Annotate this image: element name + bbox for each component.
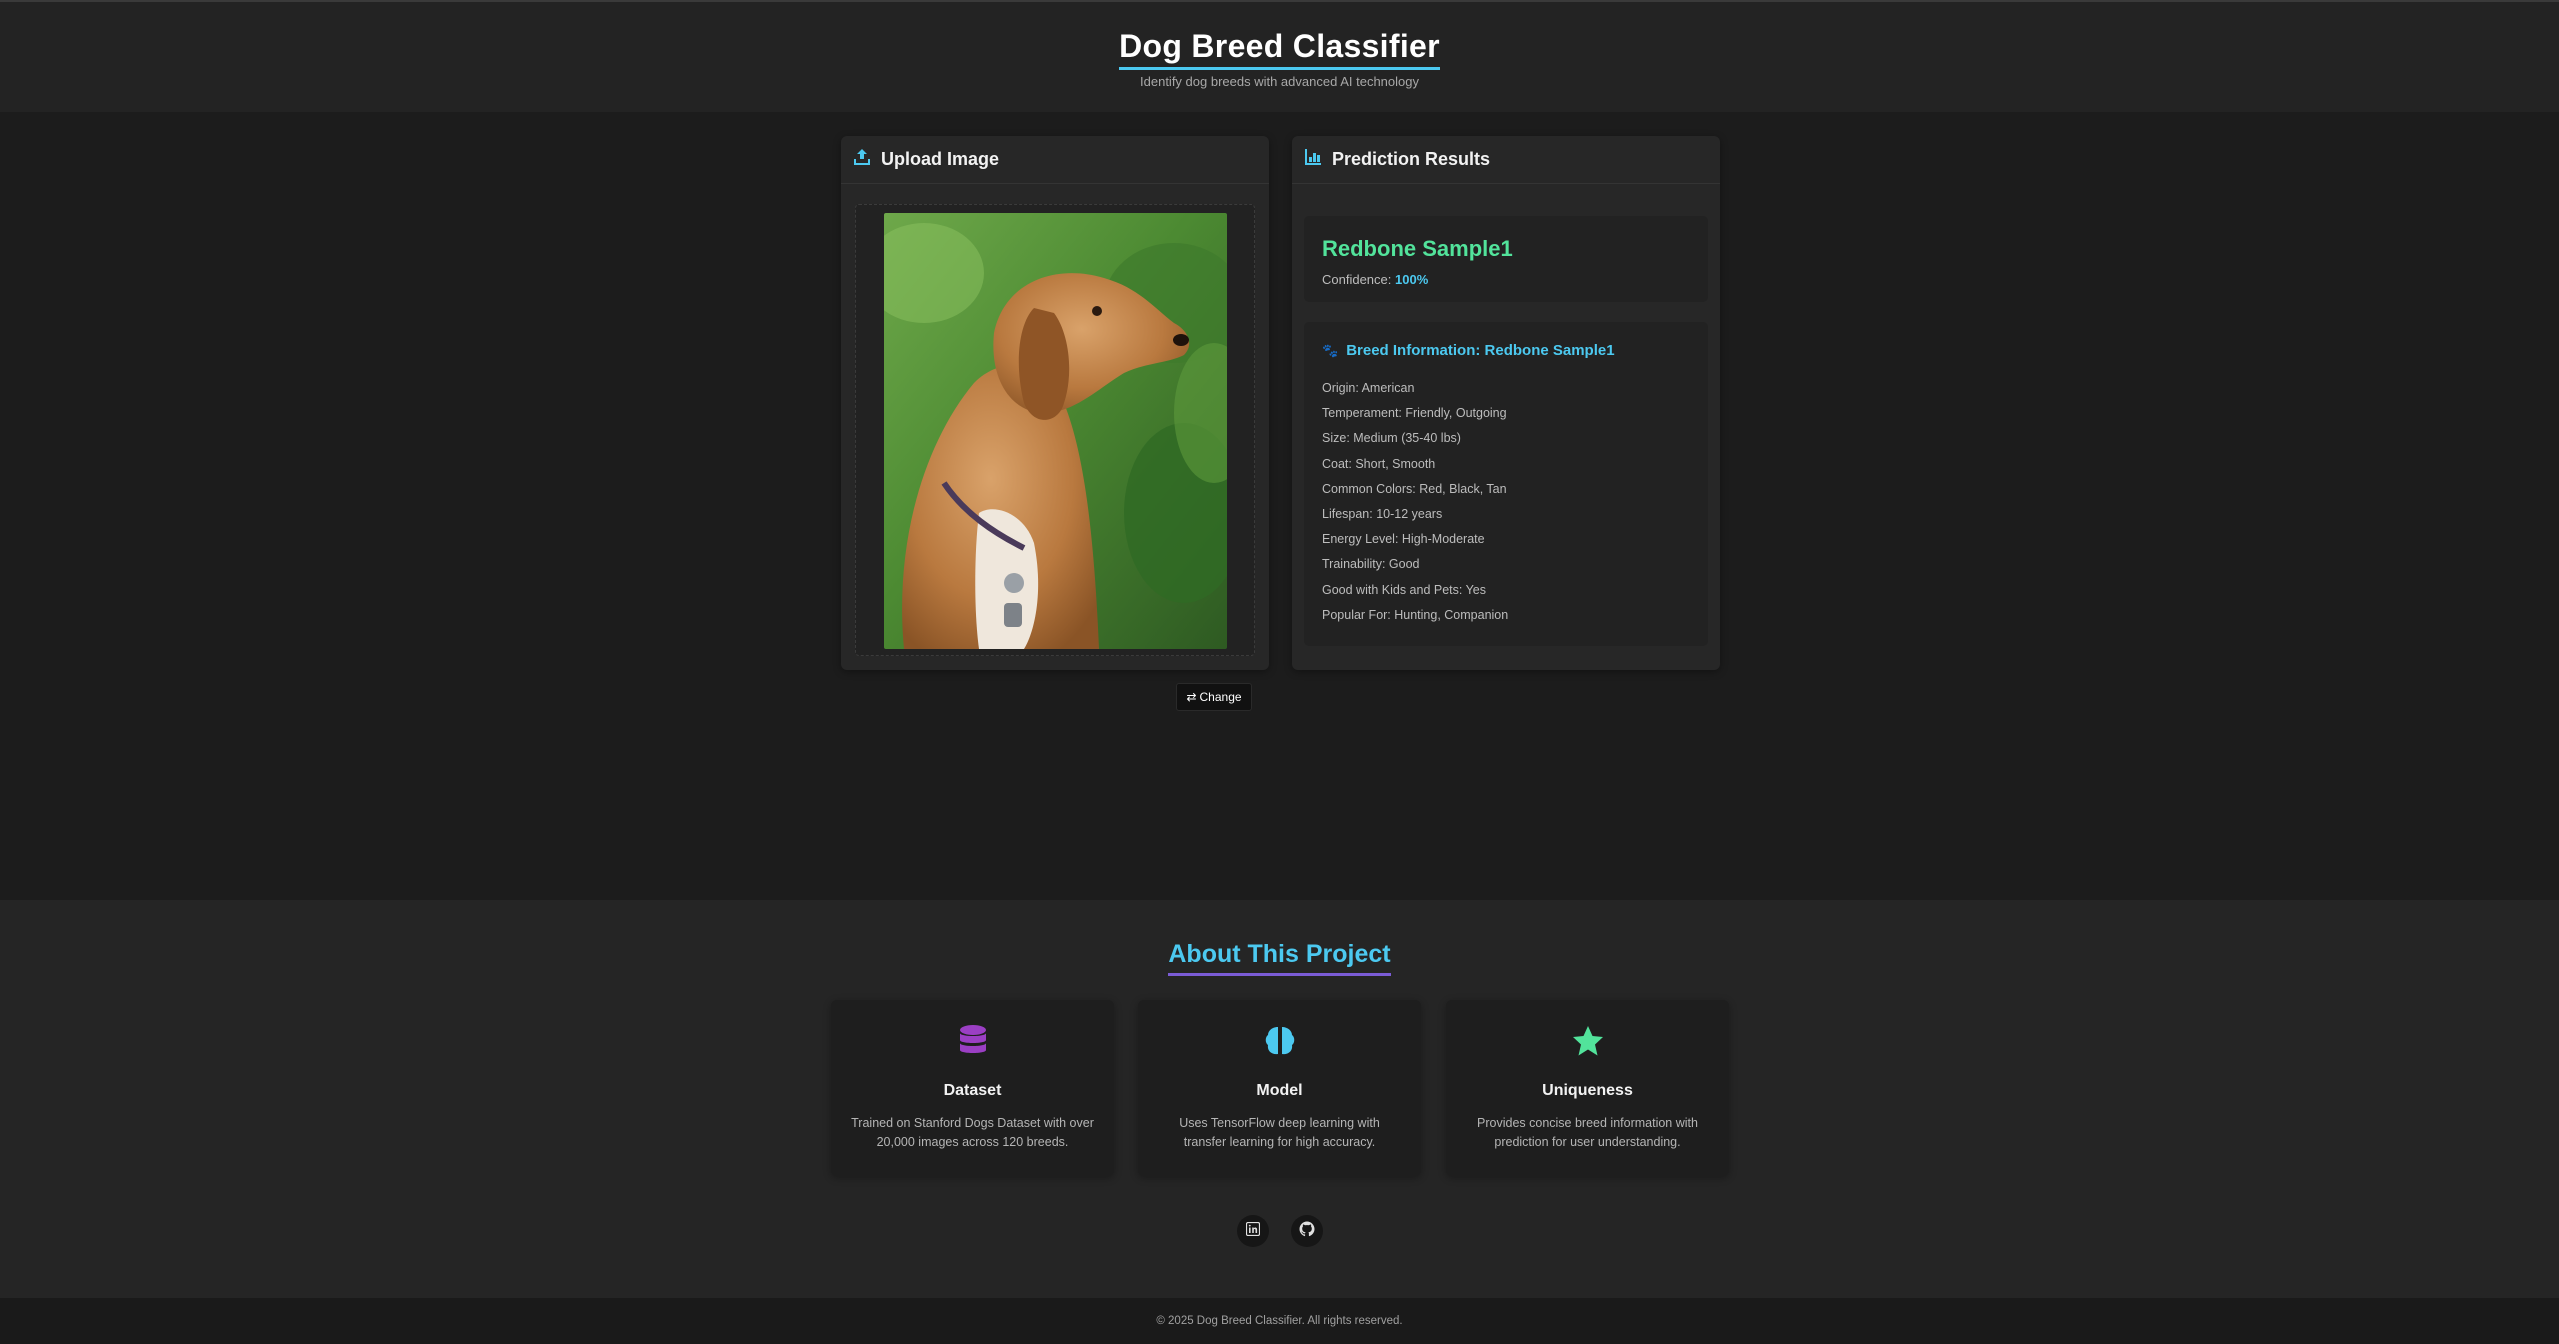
uniqueness-card: Uniqueness Provides concise breed inform…: [1446, 1000, 1729, 1176]
breed-info-title: 🐾 Breed Information: Redbone Sample1: [1322, 342, 1615, 359]
database-icon: [831, 1024, 1114, 1060]
star-icon: [1446, 1024, 1729, 1060]
list-item: Energy Level: High-Moderate: [1322, 532, 1485, 547]
card-description: Uses TensorFlow deep learning with trans…: [1179, 1116, 1380, 1149]
predicted-breed: Redbone Sample1: [1322, 236, 1513, 261]
github-link[interactable]: [1291, 1215, 1323, 1247]
breed-info-heading: Breed Information: Redbone Sample1: [1346, 342, 1615, 359]
card-title: Uniqueness: [1542, 1082, 1633, 1099]
list-item: Coat: Short, Smooth: [1322, 456, 1436, 471]
results-panel: Prediction Results Redbone Sample1 Confi…: [1292, 136, 1720, 670]
page-footer: © 2025 Dog Breed Classifier. All rights …: [0, 1298, 2559, 1344]
upload-icon: [853, 148, 871, 171]
copyright-text: © 2025 Dog Breed Classifier. All rights …: [1156, 1315, 1403, 1327]
list-item: Trainability: Good: [1322, 557, 1420, 572]
confidence-value: 100%: [1395, 272, 1429, 287]
brain-icon: [1138, 1024, 1421, 1060]
dataset-card: Dataset Trained on Stanford Dogs Dataset…: [831, 1000, 1114, 1176]
upload-dropzone[interactable]: ⇄ Change: [855, 204, 1255, 711]
list-item: Popular For: Hunting, Companion: [1322, 607, 1509, 622]
upload-panel-title: Upload Image: [881, 149, 1000, 169]
linkedin-icon: [1245, 1221, 1261, 1241]
swap-icon: ⇄: [1186, 690, 1197, 704]
github-icon: [1299, 1221, 1315, 1242]
card-title: Model: [1256, 1082, 1303, 1099]
confidence-label: Confidence:: [1322, 272, 1392, 287]
paw-icon: 🐾: [1322, 342, 1339, 358]
change-button-label: Change: [1199, 690, 1242, 704]
upload-panel: Upload Image ⇄ Change: [841, 136, 1269, 711]
linkedin-link[interactable]: [1237, 1215, 1269, 1247]
breed-info-card: 🐾 Breed Information: Redbone Sample1 Ori…: [1304, 322, 1708, 646]
list-item: Lifespan: 10-12 years: [1322, 506, 1443, 521]
uploaded-dog-image: [884, 213, 1227, 649]
breed-info-list: Origin: American Temperament: Friendly, …: [1322, 376, 1508, 628]
list-item: Good with Kids and Pets: Yes: [1322, 582, 1486, 597]
list-item: Origin: American: [1322, 381, 1415, 395]
card-description: Provides concise breed information with …: [1477, 1116, 1698, 1149]
model-card: Model Uses TensorFlow deep learning with…: [1138, 1000, 1421, 1176]
card-title: Dataset: [943, 1082, 1002, 1099]
about-title: About This Project: [0, 940, 2559, 976]
chart-icon: [1304, 148, 1322, 171]
about-section: About This Project Dataset Trained on St…: [0, 900, 2559, 1298]
page-header: Dog Breed Classifier Identify dog breeds…: [0, 2, 2559, 112]
list-item: Common Colors: Red, Black, Tan: [1322, 481, 1507, 496]
page-title: Dog Breed Classifier: [0, 28, 2559, 70]
results-panel-title: Prediction Results: [1332, 149, 1491, 169]
confidence-text: Confidence: 100%: [1322, 272, 1428, 287]
upload-panel-header: Upload Image: [841, 136, 1269, 184]
prediction-card: Redbone Sample1 Confidence: 100%: [1304, 216, 1708, 302]
list-item: Size: Medium (35-40 lbs): [1322, 431, 1461, 446]
page-subtitle: Identify dog breeds with advanced AI tec…: [1140, 74, 1419, 89]
results-panel-header: Prediction Results: [1292, 136, 1720, 184]
change-image-button[interactable]: ⇄ Change: [1176, 683, 1252, 711]
card-description: Trained on Stanford Dogs Dataset with ov…: [851, 1116, 1094, 1149]
list-item: Temperament: Friendly, Outgoing: [1322, 406, 1507, 421]
